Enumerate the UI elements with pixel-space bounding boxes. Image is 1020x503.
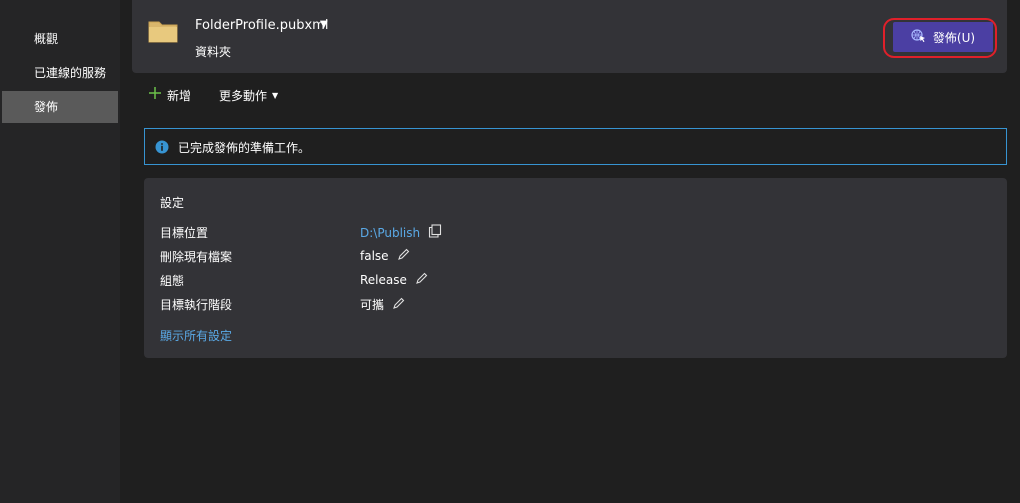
more-actions-label: 更多動作 — [219, 89, 268, 103]
settings-card: 設定 目標位置 D:\Publish 刪除現有檔案 false 組態 Relea… — [144, 178, 1007, 358]
target-location-link[interactable]: D:\Publish — [360, 226, 420, 240]
settings-title: 設定 — [160, 196, 185, 210]
publish-button[interactable]: 發佈(U) — [893, 22, 993, 52]
plus-icon — [148, 86, 162, 106]
publish-button-label: 發佈(U) — [932, 30, 976, 45]
sidebar-item-publish[interactable]: 發佈 — [2, 91, 118, 123]
sidebar-item-connected-services[interactable]: 已連線的服務 — [2, 57, 118, 89]
setting-value-target-runtime: 可攜 — [360, 296, 405, 313]
setting-label-target-location: 目標位置 — [160, 226, 209, 240]
folder-icon — [148, 18, 178, 47]
new-button[interactable]: 新增 — [148, 86, 191, 106]
setting-label-delete-existing: 刪除現有檔案 — [160, 250, 233, 264]
profile-title[interactable]: FolderProfile.pubxml — [195, 18, 328, 33]
sidebar-item-overview[interactable]: 概觀 — [2, 23, 118, 55]
pencil-icon[interactable] — [392, 297, 405, 313]
setting-value-configuration: Release — [360, 272, 428, 288]
pencil-icon[interactable] — [397, 248, 410, 264]
globe-cursor-icon — [911, 28, 927, 46]
setting-value-target-location: D:\Publish — [360, 224, 442, 241]
profile-header: FolderProfile.pubxml ▼ 資料夾 發佈(U) — [132, 0, 1007, 73]
pencil-icon[interactable] — [415, 272, 428, 288]
info-icon — [155, 140, 169, 157]
more-actions-button[interactable]: 更多動作 ▼ — [219, 86, 278, 106]
configuration-value: Release — [360, 273, 407, 287]
sidebar-item-label: 發佈 — [34, 100, 59, 114]
info-bar: 已完成發佈的準備工作。 — [144, 128, 1007, 165]
setting-value-delete-existing: false — [360, 248, 410, 264]
profile-subtitle: 資料夾 — [195, 45, 232, 59]
new-button-label: 新增 — [167, 89, 192, 103]
main-content: FolderProfile.pubxml ▼ 資料夾 發佈(U) 新增 更多動作… — [120, 0, 1020, 503]
sidebar-item-label: 已連線的服務 — [34, 66, 107, 80]
target-runtime-value: 可攜 — [360, 298, 385, 312]
caret-down-icon[interactable]: ▼ — [320, 19, 328, 30]
info-message: 已完成發佈的準備工作。 — [178, 141, 311, 155]
sidebar-item-label: 概觀 — [34, 32, 59, 46]
delete-existing-value: false — [360, 249, 389, 263]
setting-label-target-runtime: 目標執行階段 — [160, 298, 233, 312]
copy-icon[interactable] — [428, 224, 442, 241]
show-all-settings-link[interactable]: 顯示所有設定 — [160, 327, 232, 344]
caret-down-icon: ▼ — [272, 91, 279, 100]
sidebar: 概觀 已連線的服務 發佈 — [0, 0, 120, 503]
setting-label-configuration: 組態 — [160, 274, 185, 288]
